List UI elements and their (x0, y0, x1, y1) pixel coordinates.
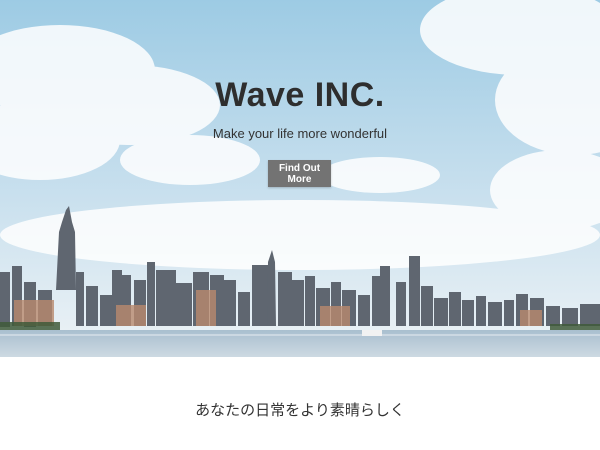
hero-title: Wave INC. (215, 76, 385, 114)
hero-section: Wave INC. Make your life more wonderful … (0, 0, 600, 357)
find-out-more-button[interactable]: Find Out More (268, 160, 331, 187)
hero-subtitle: Make your life more wonderful (212, 126, 388, 141)
tagline-text: あなたの日常をより素晴らしく (195, 401, 405, 419)
tagline-section: あなたの日常をより素晴らしく (0, 357, 600, 450)
